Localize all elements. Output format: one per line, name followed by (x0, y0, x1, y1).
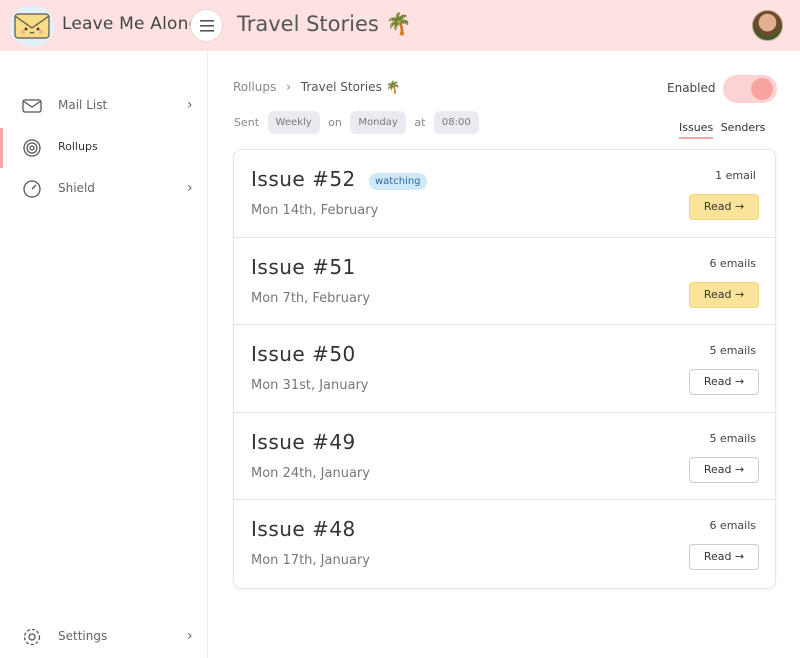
sidebar-item-label: Settings (58, 629, 108, 643)
breadcrumb-root[interactable]: Rollups (233, 80, 276, 94)
page-title: Travel Stories 🌴 (237, 12, 412, 36)
sidebar-item-label: Shield (58, 181, 95, 195)
issue-date: Mon 24th, January (251, 465, 370, 481)
email-count: 1 email (715, 169, 756, 182)
enabled-label: Enabled (667, 81, 716, 95)
sidebar: Mail List › Rollups Shield › Settings › (0, 51, 208, 658)
read-button[interactable]: Read → (689, 369, 759, 396)
schedule-row: Sent Weekly on Monday at 08:00 (232, 111, 482, 137)
list-item: Issue #52 watching Mon 14th, February 1 … (234, 150, 775, 238)
issue-title[interactable]: Issue #48 (251, 517, 356, 541)
list-item: Issue #50 Mon 31st, January 5 emails Rea… (234, 325, 775, 413)
chevron-right-icon: › (286, 80, 291, 94)
shield-icon (23, 180, 41, 198)
sidebar-item-label: Rollups (58, 140, 98, 153)
issue-date: Mon 17th, January (251, 553, 370, 569)
list-item: Issue #51 Mon 7th, February 6 emails Rea… (234, 238, 775, 326)
watching-badge: watching (369, 173, 427, 190)
menu-button[interactable] (190, 9, 223, 42)
list-item: Issue #48 Mon 17th, January 6 emails Rea… (234, 500, 775, 588)
read-button[interactable]: Read → (689, 544, 759, 571)
issue-title[interactable]: Issue #52 (251, 167, 356, 191)
time-select[interactable]: 08:00 (433, 111, 479, 134)
tab-issues[interactable]: Issues (679, 121, 714, 139)
hamburger-icon (200, 20, 214, 32)
envelope-face-icon (10, 5, 54, 47)
email-count: 5 emails (709, 431, 756, 445)
chevron-right-icon: › (187, 628, 193, 644)
email-count: 6 emails (709, 256, 756, 270)
at-label: at (414, 116, 426, 129)
read-button[interactable]: Read → (689, 456, 759, 483)
sidebar-item-label: Mail List (58, 98, 108, 112)
issue-title[interactable]: Issue #51 (251, 255, 356, 279)
read-button[interactable]: Read → (689, 194, 759, 220)
user-avatar[interactable] (752, 10, 783, 41)
tab-senders[interactable]: Senders (721, 121, 766, 137)
sidebar-item-mail-list[interactable]: Mail List › (0, 86, 208, 126)
sidebar-item-shield[interactable]: Shield › (0, 169, 208, 209)
target-icon (23, 139, 41, 157)
breadcrumb-current: Travel Stories 🌴 (300, 80, 401, 94)
brand-name: Leave Me Alone (62, 14, 200, 34)
issue-date: Mon 14th, February (251, 203, 379, 218)
sidebar-item-settings[interactable]: Settings › (0, 617, 208, 657)
issue-date: Mon 31st, January (251, 378, 369, 394)
app-header: Leave Me Alone Travel Stories 🌴 (0, 0, 800, 51)
issue-title[interactable]: Issue #50 (251, 342, 356, 366)
tabs: Issues Senders (679, 121, 769, 139)
list-item: Issue #49 Mon 24th, January 5 emails Rea… (234, 413, 775, 501)
brand[interactable]: Leave Me Alone (0, 0, 208, 51)
envelope-icon (22, 99, 42, 113)
sent-label: Sent (234, 116, 260, 129)
issue-date: Mon 7th, February (251, 290, 371, 306)
email-count: 6 emails (709, 519, 756, 533)
sidebar-item-rollups[interactable]: Rollups (0, 128, 208, 168)
toggle-knob (751, 78, 773, 100)
breadcrumb: Rollups › Travel Stories 🌴 (233, 80, 401, 94)
enabled-toggle[interactable] (723, 75, 777, 103)
frequency-select[interactable]: Weekly (267, 111, 320, 134)
day-select[interactable]: Monday (350, 111, 406, 134)
chevron-right-icon: › (187, 97, 193, 113)
read-button[interactable]: Read → (689, 281, 759, 308)
on-label: on (328, 116, 342, 129)
chevron-right-icon: › (187, 180, 193, 196)
gear-icon (23, 628, 41, 646)
issues-list: Issue #52 watching Mon 14th, February 1 … (233, 149, 776, 589)
issue-title[interactable]: Issue #49 (251, 430, 356, 454)
main-content: Rollups › Travel Stories 🌴 Enabled Sent … (209, 51, 800, 658)
email-count: 5 emails (709, 344, 756, 358)
